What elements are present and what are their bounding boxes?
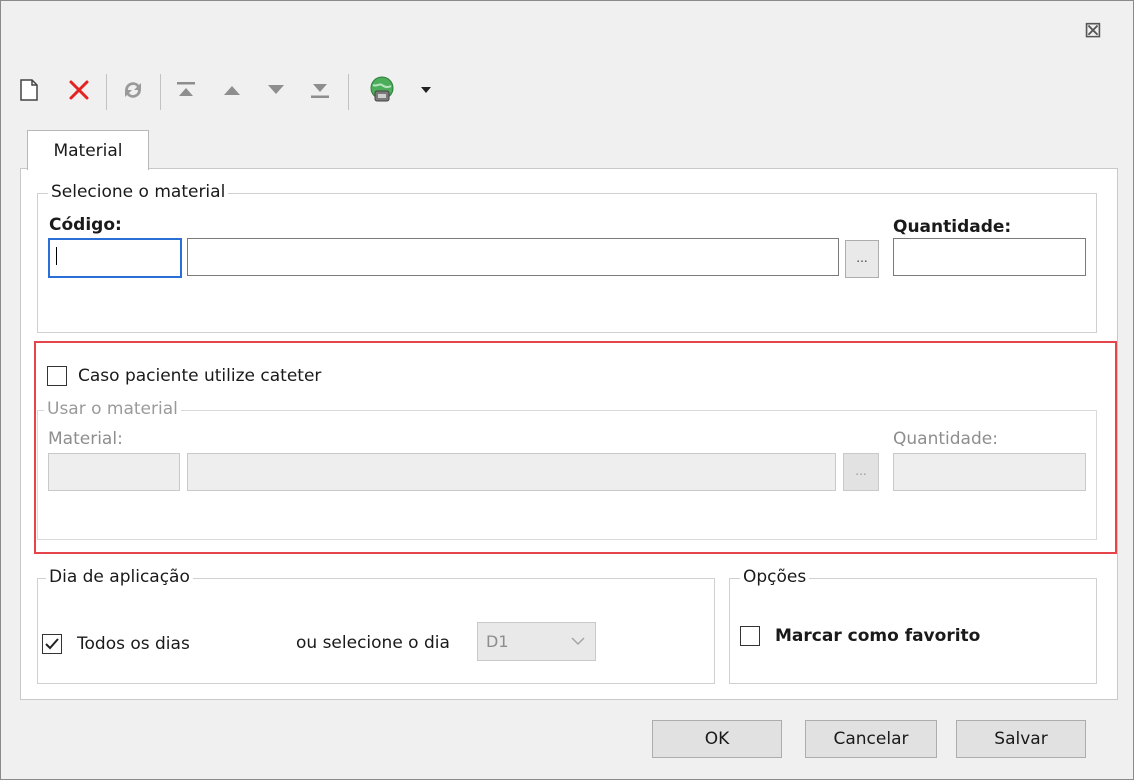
checkmark-icon bbox=[45, 638, 59, 650]
catheter-checkbox[interactable] bbox=[47, 366, 67, 386]
quantity-label: Quantidade: bbox=[893, 217, 1012, 237]
close-icon[interactable]: ⊠ bbox=[1078, 16, 1108, 46]
catheter-checkbox-label: Caso paciente utilize cateter bbox=[78, 366, 322, 386]
day-select[interactable]: D1 bbox=[477, 622, 596, 661]
all-days-checkbox[interactable] bbox=[42, 634, 62, 654]
material-label: Material: bbox=[48, 429, 123, 449]
all-days-label: Todos os dias bbox=[77, 634, 190, 654]
chevron-down-icon bbox=[571, 637, 585, 646]
tab-material[interactable]: Material bbox=[27, 130, 149, 170]
use-material-legend: Usar o material bbox=[44, 399, 181, 419]
code-label: Código: bbox=[49, 215, 122, 235]
or-select-day-label: ou selecione o dia bbox=[296, 633, 450, 653]
application-day-legend: Dia de aplicação bbox=[46, 567, 193, 587]
application-day-group bbox=[37, 578, 715, 684]
quantity-input[interactable] bbox=[893, 238, 1086, 276]
dropdown-arrow-icon[interactable] bbox=[412, 64, 440, 116]
catheter-quantity-label: Quantidade: bbox=[893, 429, 998, 449]
lookup-material-button[interactable]: ... bbox=[845, 240, 879, 278]
code-input[interactable] bbox=[48, 238, 182, 278]
select-material-legend: Selecione o material bbox=[48, 182, 229, 202]
description-input[interactable] bbox=[187, 238, 839, 276]
catheter-lookup-button[interactable]: ... bbox=[843, 453, 879, 491]
cancel-button[interactable]: Cancelar bbox=[805, 720, 937, 758]
web-icon[interactable] bbox=[362, 64, 402, 116]
move-first-icon[interactable] bbox=[168, 64, 204, 116]
move-down-icon[interactable] bbox=[258, 64, 294, 116]
save-button[interactable]: Salvar bbox=[956, 720, 1086, 758]
text-caret bbox=[56, 247, 57, 265]
catheter-code-input[interactable] bbox=[48, 453, 180, 491]
move-last-icon[interactable] bbox=[302, 64, 338, 116]
catheter-quantity-input[interactable] bbox=[893, 453, 1086, 491]
favorite-checkbox[interactable] bbox=[740, 626, 760, 646]
options-legend: Opções bbox=[740, 567, 810, 587]
favorite-label: Marcar como favorito bbox=[775, 626, 981, 646]
toolbar bbox=[10, 64, 1120, 116]
new-document-icon[interactable] bbox=[10, 64, 48, 116]
delete-icon[interactable] bbox=[60, 64, 98, 116]
move-up-icon[interactable] bbox=[214, 64, 250, 116]
refresh-icon[interactable] bbox=[114, 64, 152, 116]
day-select-value: D1 bbox=[486, 632, 509, 651]
ok-button[interactable]: OK bbox=[652, 720, 782, 758]
catheter-description-input[interactable] bbox=[187, 453, 836, 491]
